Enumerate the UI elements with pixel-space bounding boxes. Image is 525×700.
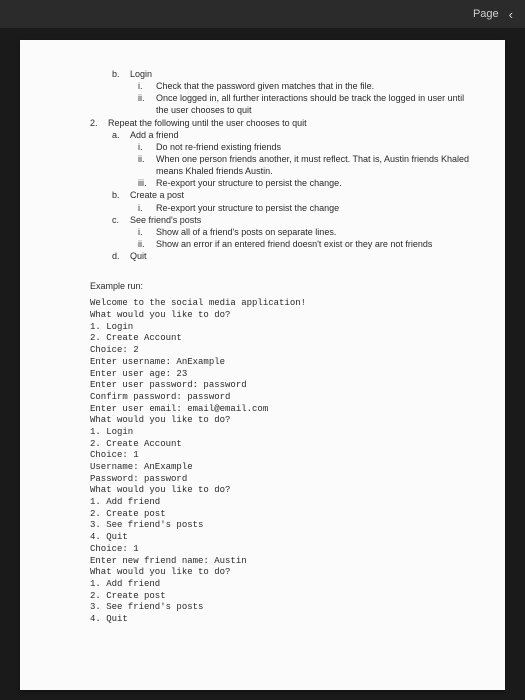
example-line: 3. See friend's posts	[90, 520, 475, 532]
example-line: 2. Create Account	[90, 333, 475, 345]
outline-text: Login	[130, 68, 152, 80]
example-line: Enter username: AnExample	[90, 357, 475, 369]
outline-text: Check that the password given matches th…	[156, 80, 374, 92]
outline-text: Once logged in, all further interactions…	[156, 92, 475, 116]
outline-item: iii. Re-export your structure to persist…	[138, 177, 475, 189]
outline-mark: b.	[112, 68, 130, 80]
page-label: Page	[473, 8, 499, 20]
back-chevron-icon[interactable]: ‹	[509, 7, 513, 22]
outline-item: ii. Once logged in, all further interact…	[138, 92, 475, 116]
outline-text: Create a post	[130, 189, 184, 201]
outline-mark: i.	[138, 202, 156, 214]
outline-item: i. Check that the password given matches…	[138, 80, 475, 92]
document-page: b. Login i. Check that the password give…	[20, 40, 505, 690]
outline-mark: 2.	[90, 117, 108, 129]
outline-mark: d.	[112, 250, 130, 262]
outline-item: b. Create a post	[112, 189, 475, 201]
example-line: Enter new friend name: Austin	[90, 556, 475, 568]
outline-text: See friend's posts	[130, 214, 201, 226]
app-header: Page ‹	[0, 0, 525, 28]
example-line: 2. Create post	[90, 591, 475, 603]
example-line: Enter user email: email@email.com	[90, 404, 475, 416]
example-line: 2. Create Account	[90, 439, 475, 451]
outline-mark: i.	[138, 80, 156, 92]
example-line: Choice: 1	[90, 544, 475, 556]
outline-item: d. Quit	[112, 250, 475, 262]
outline-mark: i.	[138, 226, 156, 238]
example-line: 1. Login	[90, 322, 475, 334]
outline-section: b. Login i. Check that the password give…	[90, 68, 475, 262]
example-line: What would you like to do?	[90, 567, 475, 579]
example-line: What would you like to do?	[90, 485, 475, 497]
example-line: 1. Login	[90, 427, 475, 439]
outline-mark: a.	[112, 129, 130, 141]
example-line: Password: password	[90, 474, 475, 486]
outline-text: When one person friends another, it must…	[156, 153, 475, 177]
outline-text: Repeat the following until the user choo…	[108, 117, 307, 129]
example-line: 1. Add friend	[90, 579, 475, 591]
example-line: Enter user password: password	[90, 380, 475, 392]
outline-item: b. Login	[112, 68, 475, 80]
outline-mark: b.	[112, 189, 130, 201]
example-line: What would you like to do?	[90, 310, 475, 322]
example-line: 1. Add friend	[90, 497, 475, 509]
outline-item: i. Re-export your structure to persist t…	[138, 202, 475, 214]
outline-text: Show an error if an entered friend doesn…	[156, 238, 432, 250]
outline-text: Quit	[130, 250, 147, 262]
outline-mark: i.	[138, 141, 156, 153]
outline-text: Do not re-friend existing friends	[156, 141, 281, 153]
outline-item: ii. When one person friends another, it …	[138, 153, 475, 177]
outline-text: Re-export your structure to persist the …	[156, 202, 339, 214]
outline-mark: c.	[112, 214, 130, 226]
outline-item: a. Add a friend	[112, 129, 475, 141]
example-line: Username: AnExample	[90, 462, 475, 474]
example-heading: Example run:	[90, 280, 475, 292]
example-line: Choice: 2	[90, 345, 475, 357]
outline-text: Show all of a friend's posts on separate…	[156, 226, 336, 238]
outline-mark: ii.	[138, 153, 156, 177]
outline-text: Re-export your structure to persist the …	[156, 177, 342, 189]
example-line: Enter user age: 23	[90, 369, 475, 381]
example-line: Choice: 1	[90, 450, 475, 462]
outline-item: ii. Show an error if an entered friend d…	[138, 238, 475, 250]
outline-mark: iii.	[138, 177, 156, 189]
example-line: 2. Create post	[90, 509, 475, 521]
example-line: What would you like to do?	[90, 415, 475, 427]
paper-container: b. Login i. Check that the password give…	[0, 28, 525, 690]
outline-item: i. Show all of a friend's posts on separ…	[138, 226, 475, 238]
example-line: 3. See friend's posts	[90, 602, 475, 614]
example-run-block: Welcome to the social media application!…	[90, 298, 475, 625]
outline-item: c. See friend's posts	[112, 214, 475, 226]
example-line: Confirm password: password	[90, 392, 475, 404]
example-line: 4. Quit	[90, 614, 475, 626]
outline-item: i. Do not re-friend existing friends	[138, 141, 475, 153]
outline-text: Add a friend	[130, 129, 179, 141]
outline-item: 2. Repeat the following until the user c…	[90, 117, 475, 129]
outline-mark: ii.	[138, 92, 156, 116]
example-line: 4. Quit	[90, 532, 475, 544]
outline-mark: ii.	[138, 238, 156, 250]
example-line: Welcome to the social media application!	[90, 298, 475, 310]
